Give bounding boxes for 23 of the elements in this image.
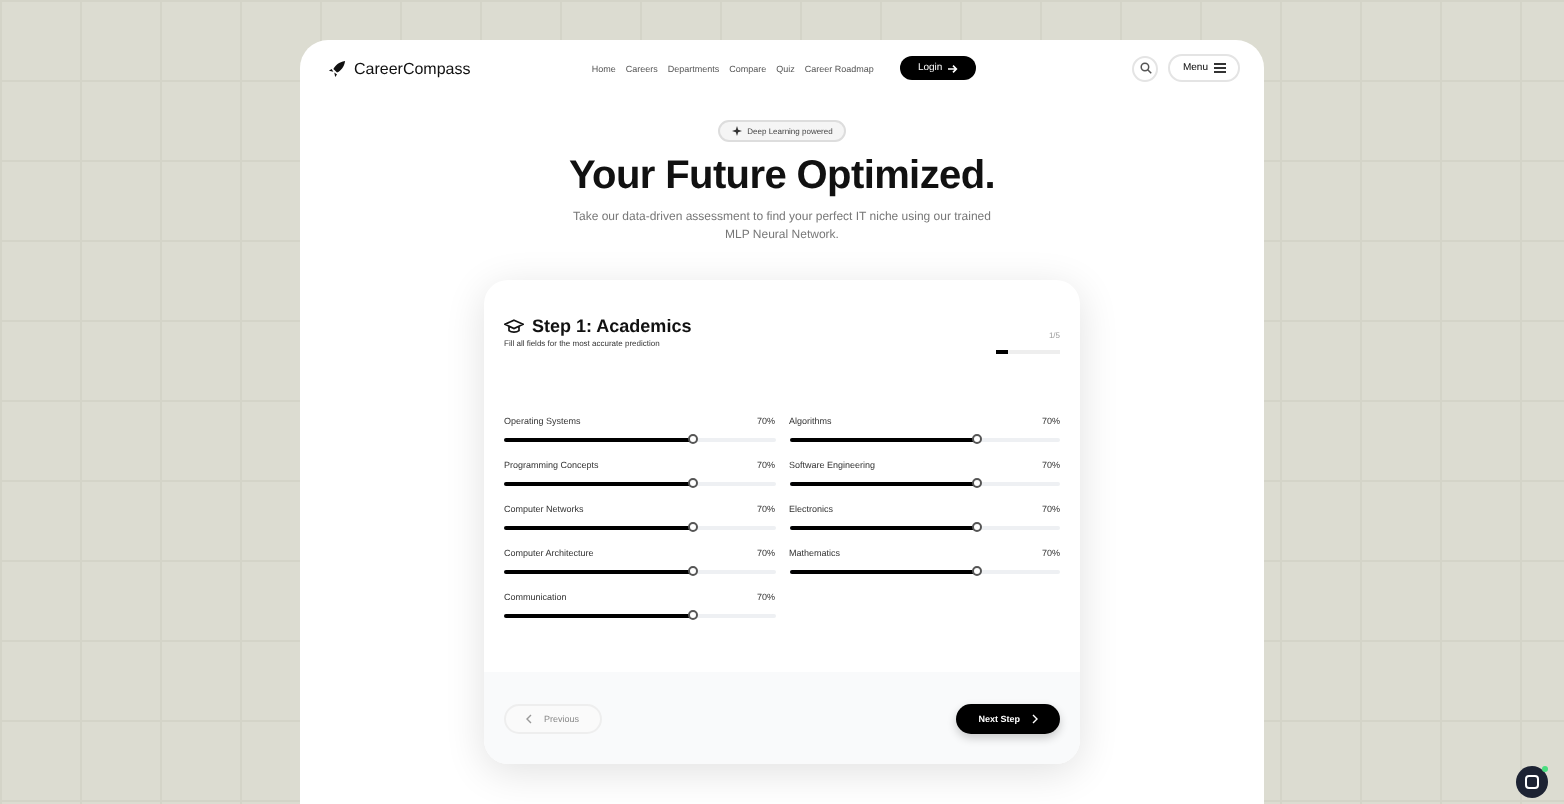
hero-title: Your Future Optimized.	[568, 154, 996, 200]
score-slider[interactable]	[504, 526, 775, 531]
sparkle-icon	[731, 126, 742, 136]
arrow-icon	[948, 63, 959, 73]
chat-icon	[1524, 774, 1540, 790]
score-slider[interactable]	[504, 482, 775, 487]
score-slider[interactable]	[789, 526, 1060, 531]
score-slider[interactable]	[504, 438, 775, 443]
score-slider[interactable]	[504, 570, 775, 575]
chevron-right-icon	[1032, 713, 1038, 724]
chat-button[interactable]	[1516, 766, 1548, 798]
search-button[interactable]	[1132, 55, 1159, 81]
score-slider[interactable]	[789, 438, 1060, 443]
score-slider[interactable]	[789, 570, 1060, 575]
menu-icon	[1214, 62, 1226, 74]
rocket-icon	[328, 59, 346, 77]
graduation-cap-icon	[504, 318, 524, 335]
chevron-left-icon	[526, 713, 532, 724]
search-icon	[1139, 62, 1152, 74]
brand-name: CareerCompass	[354, 59, 471, 77]
score-slider[interactable]	[789, 482, 1060, 487]
step-title: Step 1: Academics	[532, 316, 692, 337]
score-slider[interactable]	[504, 614, 775, 619]
